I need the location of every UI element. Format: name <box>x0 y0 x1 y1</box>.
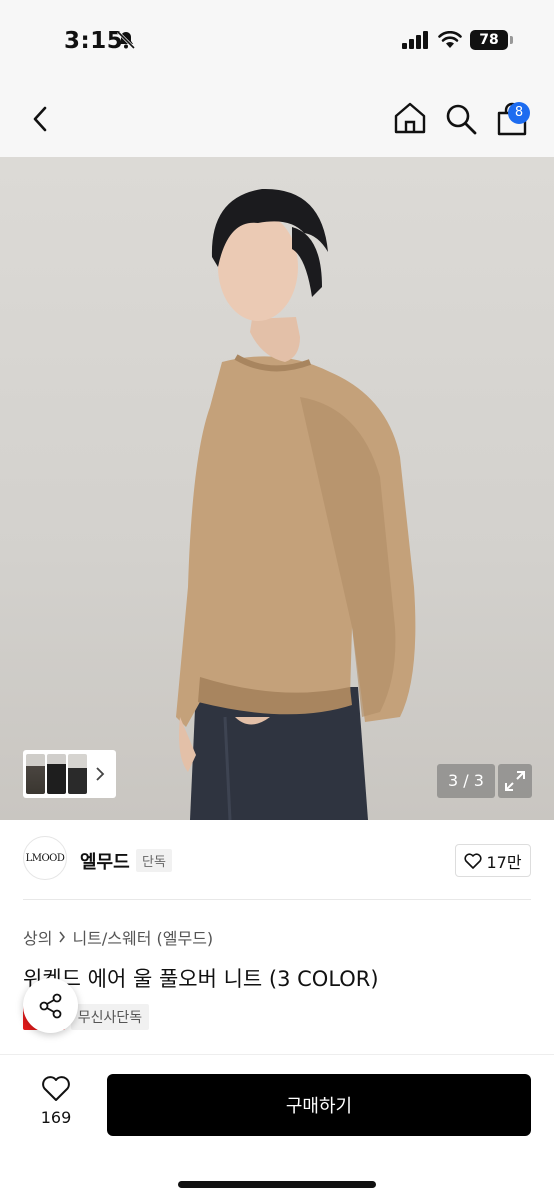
product-title: 위켄드 에어 울 풀오버 니트 (3 COLOR) <box>23 967 379 991</box>
wifi-icon <box>438 31 462 48</box>
breadcrumb: 상의 니트/스웨터 (엘무드) <box>23 925 213 949</box>
expand-button[interactable] <box>498 764 532 798</box>
chevron-right-icon <box>59 931 66 943</box>
chevron-right-icon[interactable] <box>95 766 105 782</box>
thumbnail-1[interactable] <box>26 754 45 794</box>
brand-logo[interactable]: LMOOD <box>23 836 67 880</box>
heart-icon <box>42 1076 70 1101</box>
heart-icon <box>464 852 482 869</box>
status-bar: 3:15 78 <box>0 0 554 80</box>
thumbnail-3[interactable] <box>68 754 87 794</box>
back-arrow-icon[interactable] <box>26 102 56 136</box>
breadcrumb-category[interactable]: 상의 <box>23 925 52 949</box>
musinsa-exclusive-badge: 무신사단독 <box>70 1004 150 1030</box>
status-time: 3:15 <box>64 28 124 54</box>
model-photo <box>176 188 416 820</box>
thumbnail-strip[interactable] <box>23 750 116 798</box>
expand-icon <box>505 771 525 791</box>
buy-button[interactable]: 구매하기 <box>107 1074 531 1136</box>
wishlist-count: 169 <box>40 1108 72 1127</box>
brand-row: LMOOD 엘무드 단독 17만 <box>0 836 554 884</box>
signal-icon <box>402 31 428 49</box>
image-counter: 3 / 3 <box>437 764 495 798</box>
product-image[interactable]: 3 / 3 <box>0 157 554 820</box>
divider <box>23 899 531 900</box>
brand-like-count: 17만 <box>486 852 522 872</box>
share-icon <box>39 993 61 1018</box>
breadcrumb-subcategory[interactable]: 니트/스웨터 (엘무드) <box>72 925 213 949</box>
thumbnail-2[interactable] <box>47 754 66 794</box>
share-button[interactable] <box>23 978 78 1033</box>
bell-off-icon <box>116 30 136 50</box>
home-indicator <box>178 1181 376 1188</box>
home-icon[interactable] <box>392 100 428 136</box>
search-icon[interactable] <box>444 102 478 136</box>
brand-like-button[interactable]: 17만 <box>455 844 531 877</box>
top-nav: 8 <box>0 80 554 157</box>
exclusive-tag: 단독 <box>136 849 172 872</box>
brand-name[interactable]: 엘무드 <box>80 848 130 874</box>
battery-indicator: 78 <box>470 30 513 50</box>
bottom-action-bar: 169 구매하기 <box>0 1054 554 1200</box>
cart-count-badge: 8 <box>508 102 530 124</box>
wishlist-button[interactable]: 169 <box>26 1075 86 1127</box>
